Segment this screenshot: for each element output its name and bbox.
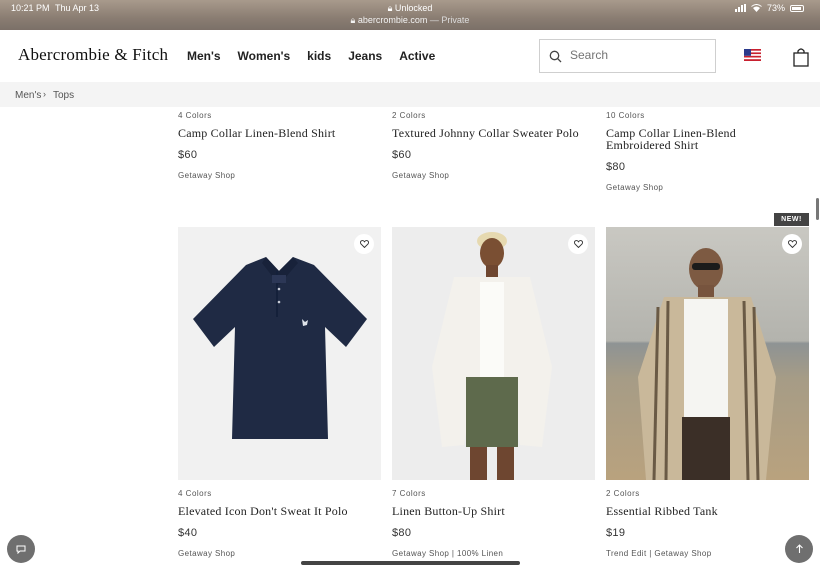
product-price: $19 (606, 527, 626, 539)
breadcrumb-tops: Tops (53, 90, 75, 101)
battery-percent: 73% (766, 3, 785, 13)
product-price: $80 (606, 161, 626, 173)
address-bar[interactable]: 🔒︎ Unlocked 🔒︎ abercrombie.com — Private (0, 2, 820, 26)
wifi-icon (751, 4, 762, 12)
product-name[interactable]: Camp Collar Linen-Blend Embroidered Shir… (606, 127, 801, 151)
site-header: Abercrombie & Fitch Men's Women's kids J… (0, 30, 820, 82)
us-flag-icon[interactable] (744, 49, 761, 61)
nav-kids[interactable]: kids (307, 49, 331, 63)
product-colors: 2 Colors (392, 111, 426, 120)
search-input[interactable] (570, 48, 710, 62)
breadcrumb-mens[interactable]: Men's (15, 90, 41, 101)
product-price: $40 (178, 527, 198, 539)
heart-icon (359, 240, 369, 248)
product-card-info[interactable]: 4 Colors Elevated Icon Don't Sweat It Po… (178, 489, 378, 558)
lock-small-icon: 🔒︎ (350, 15, 356, 25)
product-card-info[interactable]: 4 Colors Camp Collar Linen-Blend Shirt $… (178, 111, 378, 180)
scrollbar[interactable] (816, 198, 819, 220)
product-colors: 10 Colors (606, 111, 645, 120)
favorite-button[interactable] (568, 234, 588, 254)
product-colors: 2 Colors (606, 489, 640, 498)
product-collection: Getaway Shop (178, 549, 236, 558)
signal-icon (734, 4, 746, 12)
product-card-info[interactable]: 7 Colors Linen Button-Up Shirt $80 Getaw… (392, 489, 592, 558)
product-collection: Getaway Shop (606, 183, 664, 192)
product-image-tank[interactable] (606, 227, 809, 480)
product-name[interactable]: Textured Johnny Collar Sweater Polo (392, 127, 592, 139)
product-card-info[interactable]: 10 Colors Camp Collar Linen-Blend Embroi… (606, 111, 801, 192)
product-collection: Getaway Shop (178, 171, 236, 180)
tab-title: Unlocked (394, 3, 433, 13)
product-name[interactable]: Essential Ribbed Tank (606, 505, 806, 517)
product-card-info[interactable]: 2 Colors Textured Johnny Collar Sweater … (392, 111, 592, 180)
favorite-button[interactable] (354, 234, 374, 254)
product-image-polo[interactable] (178, 227, 381, 480)
main-nav: Men's Women's kids Jeans Active (187, 49, 435, 63)
product-image-linen-shirt[interactable] (392, 227, 595, 480)
product-name[interactable]: Linen Button-Up Shirt (392, 505, 592, 517)
search-icon (549, 50, 562, 63)
private-label: Private (441, 15, 470, 25)
product-collection: Trend Edit | Getaway Shop (606, 549, 712, 558)
shopping-bag-icon[interactable] (793, 47, 809, 67)
product-collection: Getaway Shop (392, 171, 450, 180)
nav-womens[interactable]: Women's (238, 49, 291, 63)
status-bar: 10:21 PM Thu Apr 13 🔒︎ Unlocked 🔒︎ aberc… (0, 0, 820, 30)
product-price: $60 (178, 149, 198, 161)
product-name[interactable]: Camp Collar Linen-Blend Shirt (178, 127, 378, 139)
favorite-button[interactable] (782, 234, 802, 254)
polo-shirt-image (193, 257, 367, 439)
url-text: abercrombie.com (357, 15, 428, 25)
home-indicator (301, 561, 520, 565)
arrow-up-icon (795, 544, 803, 553)
product-colors: 4 Colors (178, 489, 212, 498)
new-badge: NEW! (774, 213, 809, 226)
product-price: $80 (392, 527, 412, 539)
product-price: $60 (392, 149, 412, 161)
product-colors: 4 Colors (178, 111, 212, 120)
heart-icon (787, 240, 797, 248)
brand-logo[interactable]: Abercrombie & Fitch (18, 45, 168, 65)
nav-jeans[interactable]: Jeans (348, 49, 382, 63)
lock-icon: 🔒︎ (387, 3, 393, 13)
search-box[interactable] (539, 39, 716, 73)
chat-icon (16, 545, 26, 554)
chevron-right-icon: › (43, 89, 46, 99)
nav-active[interactable]: Active (399, 49, 435, 63)
breadcrumb: Men's › Tops (0, 82, 820, 107)
product-name[interactable]: Elevated Icon Don't Sweat It Polo (178, 505, 378, 517)
product-colors: 7 Colors (392, 489, 426, 498)
beach-model-image (606, 227, 809, 480)
back-to-top-button[interactable] (785, 535, 813, 563)
chat-button[interactable] (7, 535, 35, 563)
heart-icon (573, 240, 583, 248)
product-collection: Getaway Shop | 100% Linen (392, 549, 504, 558)
nav-mens[interactable]: Men's (187, 49, 221, 63)
product-card-info[interactable]: 2 Colors Essential Ribbed Tank $19 Trend… (606, 489, 806, 558)
battery-icon (790, 4, 804, 12)
linen-shirt-model-image (432, 232, 552, 480)
